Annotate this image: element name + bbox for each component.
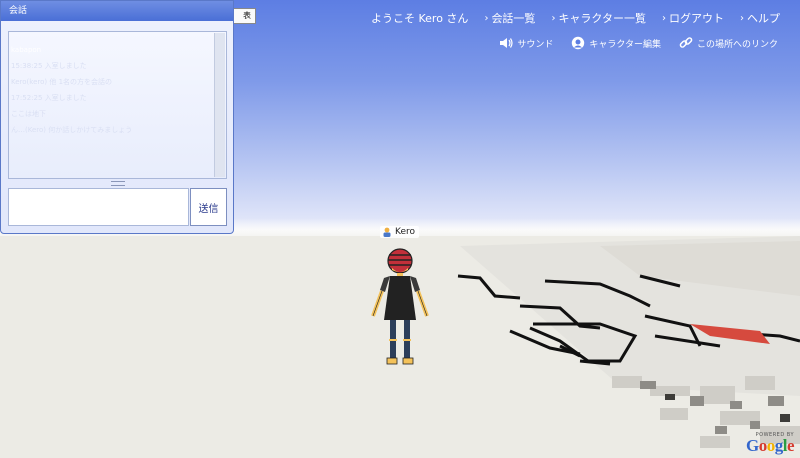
sound-toggle[interactable]: サウンド — [499, 36, 553, 50]
chevron-right-icon: › — [740, 12, 744, 24]
chat-log-line: ん…(Kero) 何か話しかけてみましょう — [11, 126, 133, 134]
chat-log-scrollbar[interactable] — [214, 33, 225, 177]
nav-label: ヘルプ — [747, 12, 780, 25]
character-icon — [572, 36, 585, 50]
tool-label: キャラクター編集 — [589, 39, 661, 50]
google-logo-letter: G — [745, 436, 759, 455]
chat-log-lines: kabapon 15:38:25 入室しました Kero(kero) 他 1名の方を… — [11, 42, 211, 138]
chat-log-line: 17:52:25 入室しました — [11, 94, 87, 102]
chat-panel: 会話 kabapon 15:38:25 入室しました Kero(kero) 他 1名… — [0, 0, 234, 234]
top-navigation: ようこそ Kero さん › 会話一覧 › キャラクター一覧 › ログアウト ›… — [371, 10, 780, 26]
welcome-text: ようこそ Kero さん — [371, 12, 469, 25]
chat-log-line: Kero(kero) 他 1名の方を会話の — [11, 78, 113, 86]
avatar-name: Kero — [395, 227, 415, 237]
chevron-right-icon: › — [484, 12, 489, 24]
tool-label: サウンド — [517, 39, 554, 50]
character-edit-link[interactable]: キャラクター編集 — [571, 36, 661, 50]
tool-links: サウンド キャラクター編集 この場所へのリンク — [499, 36, 778, 50]
nav-logout[interactable]: › ログアウト — [662, 10, 724, 26]
resize-grip[interactable] — [111, 181, 125, 186]
google-logo-letter: o — [766, 436, 776, 455]
chat-log: kabapon 15:38:25 入室しました Kero(kero) 他 1名の方を… — [8, 31, 227, 179]
tool-label: この場所へのリンク — [696, 39, 778, 50]
send-button[interactable]: 送信 — [190, 188, 227, 226]
nav-label: 会話一覧 — [491, 12, 536, 25]
avatar-name-tag: Kero — [380, 226, 419, 238]
link-icon — [679, 37, 693, 48]
nav-character-list[interactable]: › キャラクター一覧 — [551, 10, 646, 26]
nav-label: ログアウト — [669, 12, 724, 25]
chat-message-input[interactable] — [8, 188, 189, 226]
avatar-character[interactable] — [362, 244, 438, 372]
chat-title-bar[interactable]: 会話 — [1, 1, 233, 21]
google-branding: POWERED BY Google — [745, 432, 795, 455]
google-logo: Google — [745, 436, 795, 455]
nav-help[interactable]: › ヘルプ — [740, 10, 780, 26]
chat-log-line: kabapon — [11, 46, 42, 54]
user-icon — [383, 227, 391, 237]
google-logo-letter: o — [758, 436, 768, 455]
location-link[interactable]: この場所へのリンク — [679, 36, 778, 50]
chat-log-line: ここは地下 — [11, 110, 46, 118]
google-logo-letter: e — [786, 436, 795, 455]
nav-conversation-list[interactable]: › 会話一覧 — [484, 10, 535, 26]
chat-log-line: 15:38:25 入室しました — [11, 62, 87, 70]
google-logo-letter: g — [774, 436, 784, 455]
nav-label: キャラクター一覧 — [558, 12, 646, 25]
chevron-right-icon: › — [551, 12, 556, 24]
speaker-icon — [500, 38, 513, 48]
chevron-right-icon: › — [662, 12, 666, 24]
